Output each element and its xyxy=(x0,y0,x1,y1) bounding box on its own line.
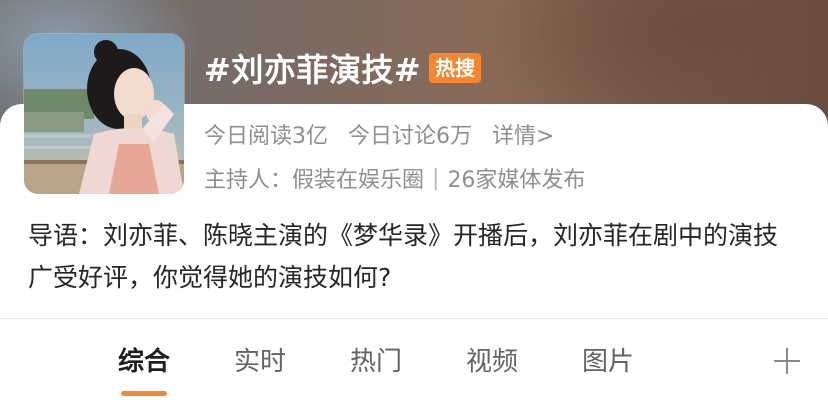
host-name[interactable]: 主持人：假装在娱乐圈 xyxy=(204,162,424,194)
tab-label: 图片 xyxy=(581,347,634,377)
topic-title[interactable]: #刘亦菲演技# xyxy=(204,45,421,91)
tab-label: 实时 xyxy=(233,347,286,377)
topic-host-row: 主持人：假装在娱乐圈 | 26家媒体发布 xyxy=(204,162,585,194)
tabs-divider xyxy=(0,318,828,319)
host-separator: | xyxy=(432,165,440,191)
tab-realtime[interactable]: 实时 xyxy=(202,336,318,392)
hot-badge: 热搜 xyxy=(429,53,482,83)
details-link[interactable]: 详情> xyxy=(492,118,554,150)
active-tab-indicator xyxy=(121,391,167,396)
topic-title-row: #刘亦菲演技# 热搜 xyxy=(204,44,482,92)
tab-video[interactable]: 视频 xyxy=(434,336,550,392)
topic-stats: 今日阅读3亿 今日讨论6万 详情> xyxy=(204,118,554,150)
topic-intro: 导语：刘亦菲、陈晓主演的《梦华录》开播后，刘亦菲在剧中的演技广受好评，你觉得她的… xyxy=(28,221,779,292)
tab-label: 综合 xyxy=(117,347,170,377)
feed-tabs: 综合 实时 热门 视频 图片 xyxy=(86,336,696,396)
media-count[interactable]: 26家媒体发布 xyxy=(447,162,585,194)
plus-icon[interactable] xyxy=(770,344,804,378)
tab-comprehensive[interactable]: 综合 xyxy=(86,336,202,396)
tab-images[interactable]: 图片 xyxy=(550,336,666,392)
tab-hot[interactable]: 热门 xyxy=(318,336,434,392)
topic-cover-image[interactable] xyxy=(24,34,184,194)
tab-label: 热门 xyxy=(349,347,402,377)
reads-count: 今日阅读3亿 xyxy=(204,124,328,149)
tab-label: 视频 xyxy=(465,347,518,377)
discussions-count: 今日讨论6万 xyxy=(348,124,472,149)
